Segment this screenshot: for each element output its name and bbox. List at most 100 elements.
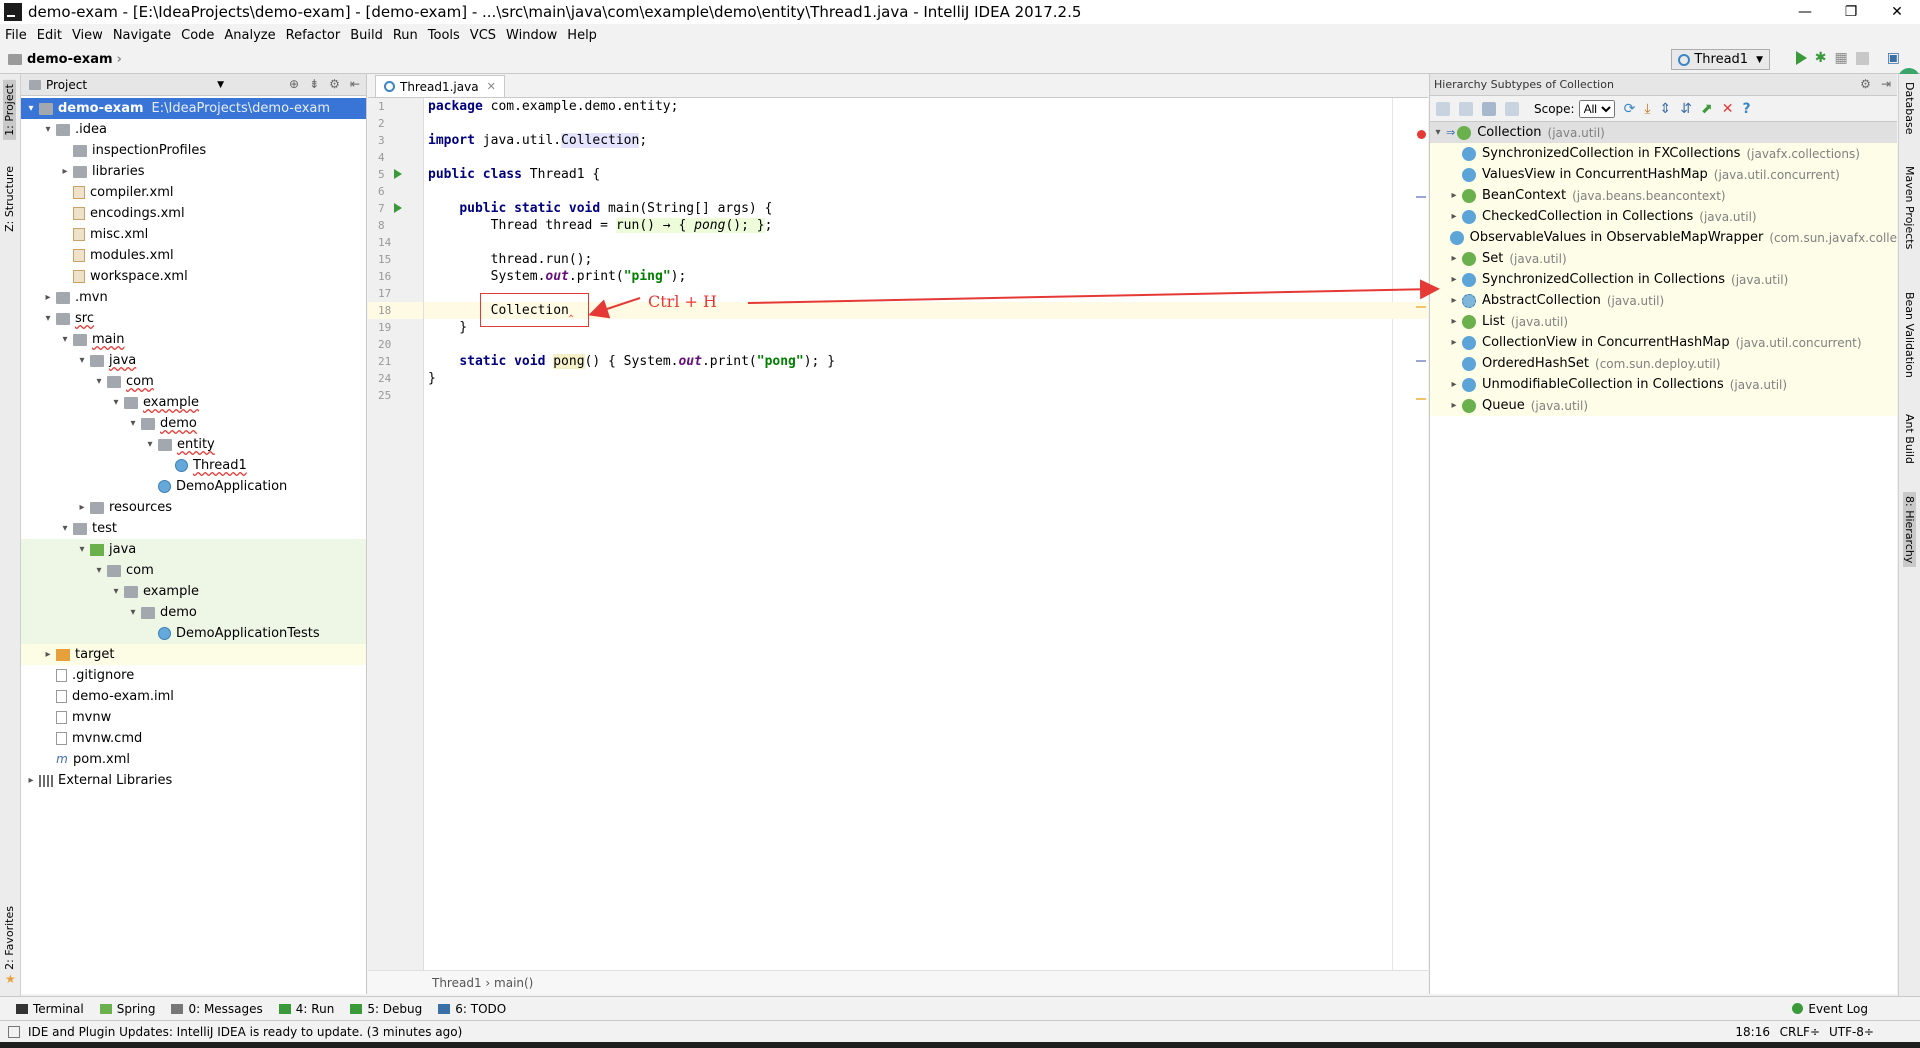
chevron-icon[interactable]: ▸ bbox=[40, 292, 56, 303]
close-button[interactable]: ✕ bbox=[1874, 0, 1920, 24]
tab-favorites-tool[interactable]: 2: Favorites bbox=[3, 906, 16, 970]
gutter-line[interactable]: 17 bbox=[368, 285, 423, 302]
code-line[interactable] bbox=[424, 115, 1428, 132]
code-line[interactable]: Thread thread = run() → { pong(); }; bbox=[424, 217, 1428, 234]
toggle-tool-windows-icon[interactable] bbox=[8, 1025, 20, 1038]
status-message[interactable]: IDE and Plugin Updates: IntelliJ IDEA is… bbox=[28, 1025, 462, 1039]
error-indicator-icon[interactable] bbox=[1417, 130, 1426, 139]
tree-item-demo[interactable]: ▾ demo bbox=[21, 602, 366, 623]
editor-error-stripe[interactable] bbox=[1414, 98, 1428, 970]
menu-help[interactable]: Help bbox=[562, 28, 602, 43]
menu-run[interactable]: Run bbox=[388, 28, 423, 43]
chevron-icon[interactable]: ▸ bbox=[40, 649, 56, 660]
tree-item-test[interactable]: ▾ test bbox=[21, 518, 366, 539]
tree-item-java[interactable]: ▾ java bbox=[21, 350, 366, 371]
autoscroll-icon[interactable]: ⇵ bbox=[1680, 101, 1692, 117]
tab-6-todo[interactable]: 6: TODO bbox=[438, 1002, 506, 1016]
hierarchy-item-synchronizedcollection-in-fxcollections[interactable]: SynchronizedCollection in FXCollections (… bbox=[1430, 143, 1897, 164]
gutter-line[interactable]: 21 bbox=[368, 353, 423, 370]
code-line[interactable] bbox=[424, 149, 1428, 166]
tab-4-run[interactable]: 4: Run bbox=[278, 1002, 334, 1016]
gutter-line[interactable]: 19 bbox=[368, 319, 423, 336]
hierarchy-item-unmodifiablecollection-in-collections[interactable]: ▸ UnmodifiableCollection in Collections (j… bbox=[1430, 374, 1897, 395]
refresh-icon[interactable]: ⟳ bbox=[1624, 101, 1636, 117]
close-tab-icon[interactable]: ✕ bbox=[487, 80, 496, 93]
code-line[interactable]: } bbox=[424, 370, 1428, 387]
code-line[interactable] bbox=[424, 285, 1428, 302]
stripe-mark[interactable] bbox=[1416, 360, 1426, 362]
stripe-mark[interactable] bbox=[1416, 398, 1426, 400]
project-structure-icon[interactable]: ▣ bbox=[1887, 50, 1900, 66]
scroll-from-source-icon[interactable]: ⊕ bbox=[289, 77, 299, 91]
hierarchy-item-collectionview-in-concurrenthashmap[interactable]: ▸ CollectionView in ConcurrentHashMap (jav… bbox=[1430, 332, 1897, 353]
project-view-selector[interactable]: Project bbox=[46, 78, 87, 92]
chevron-icon[interactable]: ▸ bbox=[1446, 190, 1462, 201]
chevron-down-icon[interactable]: ▾ bbox=[1430, 127, 1446, 138]
chevron-icon[interactable]: ▾ bbox=[108, 586, 124, 597]
hierarchy-item-orderedhashset[interactable]: OrderedHashSet (com.sun.deploy.util) bbox=[1430, 353, 1897, 374]
export-icon[interactable]: ⤓ bbox=[1644, 101, 1650, 117]
menu-view[interactable]: View bbox=[67, 28, 108, 43]
tree-item-mvnw[interactable]: mvnw bbox=[21, 707, 366, 728]
chevron-down-icon[interactable]: ▼ bbox=[217, 80, 224, 90]
menu-window[interactable]: Window bbox=[501, 28, 562, 43]
gutter-line[interactable]: 6 bbox=[368, 183, 423, 200]
chevron-icon[interactable]: ▸ bbox=[1446, 253, 1462, 264]
menu-code[interactable]: Code bbox=[176, 28, 219, 43]
tree-item-src[interactable]: ▾ src bbox=[21, 308, 366, 329]
maximize-button[interactable]: ❐ bbox=[1828, 0, 1874, 24]
expand-all-icon[interactable]: ⇕ bbox=[1660, 101, 1672, 117]
chevron-icon[interactable]: ▾ bbox=[23, 103, 39, 114]
gutter-line[interactable]: 20 bbox=[368, 336, 423, 353]
tab-structure-tool[interactable]: Z: Structure bbox=[3, 166, 16, 232]
chevron-icon[interactable]: ▾ bbox=[74, 355, 90, 366]
chevron-icon[interactable]: ▸ bbox=[1446, 379, 1462, 390]
code-line[interactable]: public class Thread1 { bbox=[424, 166, 1428, 183]
chevron-icon[interactable]: ▸ bbox=[1446, 295, 1462, 306]
chevron-icon[interactable]: ▸ bbox=[1446, 316, 1462, 327]
tree-item-java[interactable]: ▾ java bbox=[21, 539, 366, 560]
gutter-line[interactable]: 8 bbox=[368, 217, 423, 234]
hierarchy-item-synchronizedcollection-in-collections[interactable]: ▸ SynchronizedCollection in Collections (j… bbox=[1430, 269, 1897, 290]
hierarchy-item-observablevalues-in-observablemapwrapper[interactable]: ObservableValues in ObservableMapWrapper… bbox=[1430, 227, 1897, 248]
hierarchy-item-checkedcollection-in-collections[interactable]: ▸ CheckedCollection in Collections (java.u… bbox=[1430, 206, 1897, 227]
chevron-icon[interactable]: ▸ bbox=[23, 775, 39, 786]
tab-project-tool[interactable]: 1: Project bbox=[3, 80, 16, 140]
hierarchy-item-beancontext[interactable]: ▸ BeanContext (java.beans.beancontext) bbox=[1430, 185, 1897, 206]
chevron-icon[interactable]: ▾ bbox=[91, 565, 107, 576]
code-line[interactable] bbox=[424, 234, 1428, 251]
gutter-line[interactable]: 15 bbox=[368, 251, 423, 268]
chevron-icon[interactable]: ▾ bbox=[40, 124, 56, 135]
tree-item-mvnw-cmd[interactable]: mvnw.cmd bbox=[21, 728, 366, 749]
chevron-icon[interactable]: ▸ bbox=[1446, 337, 1462, 348]
menu-navigate[interactable]: Navigate bbox=[108, 28, 176, 43]
hierarchy-item-queue[interactable]: ▸ Queue (java.util) bbox=[1430, 395, 1897, 416]
menu-vcs[interactable]: VCS bbox=[465, 28, 501, 43]
chevron-icon[interactable]: ▾ bbox=[74, 544, 90, 555]
tree-item-thread1[interactable]: Thread1 bbox=[21, 455, 366, 476]
tree-item-com[interactable]: ▾ com bbox=[21, 371, 366, 392]
gutter-line[interactable]: 3 bbox=[368, 132, 423, 149]
nav-crumb-project[interactable]: demo-exam › bbox=[8, 52, 122, 67]
tree-item-mvn[interactable]: ▸ .mvn bbox=[21, 287, 366, 308]
gutter-line[interactable]: 7 bbox=[368, 200, 423, 217]
hierarchy-root-row[interactable]: ▾ ⇒ Collection (java.util) bbox=[1430, 122, 1897, 143]
chevron-icon[interactable]: ▸ bbox=[74, 502, 90, 513]
gear-icon[interactable]: ⚙ bbox=[329, 77, 340, 91]
menu-tools[interactable]: Tools bbox=[423, 28, 465, 43]
menu-build[interactable]: Build bbox=[345, 28, 388, 43]
chevron-icon[interactable]: ▾ bbox=[40, 313, 56, 324]
minimize-button[interactable]: — bbox=[1782, 0, 1828, 24]
tab-hierarchy-tool[interactable]: 8: Hierarchy bbox=[1903, 492, 1916, 568]
run-config-selector[interactable]: Thread1 ▼ bbox=[1671, 49, 1770, 70]
line-separator[interactable]: CRLF÷ bbox=[1780, 1025, 1820, 1039]
hierarchy-item-valuesview-in-concurrenthashmap[interactable]: ValuesView in ConcurrentHashMap (java.uti… bbox=[1430, 164, 1897, 185]
sort-alpha-icon[interactable] bbox=[1505, 101, 1519, 116]
code-line[interactable] bbox=[424, 387, 1428, 404]
stop-icon[interactable] bbox=[1855, 51, 1869, 65]
tree-item-libraries[interactable]: ▸ libraries bbox=[21, 161, 366, 182]
gutter-line[interactable]: 4 bbox=[368, 149, 423, 166]
chevron-icon[interactable]: ▾ bbox=[125, 418, 141, 429]
tree-item-demo-exam[interactable]: ▾ demo-exam E:\IdeaProjects\demo-exam bbox=[21, 98, 366, 119]
tree-item-main[interactable]: ▾ main bbox=[21, 329, 366, 350]
